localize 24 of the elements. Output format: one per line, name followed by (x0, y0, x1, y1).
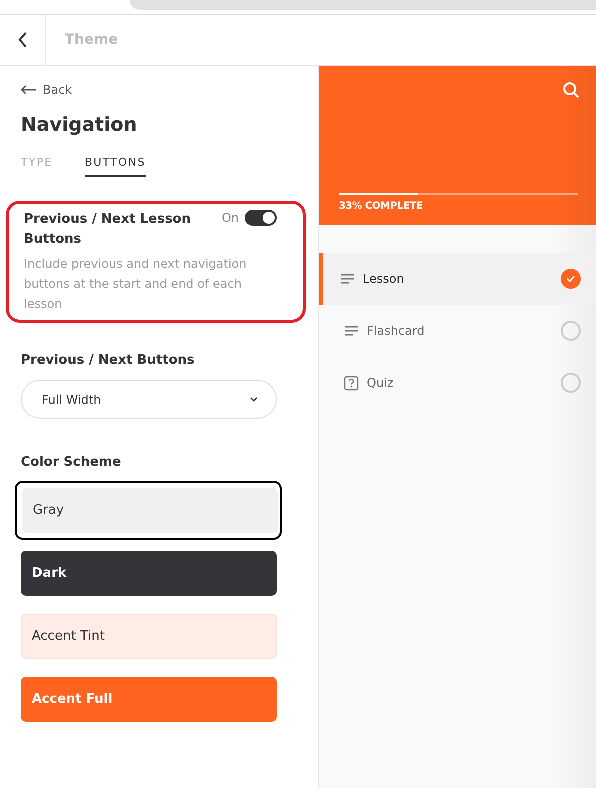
lesson-item[interactable]: Quiz (323, 357, 596, 409)
page-title: Theme (65, 32, 118, 48)
arrow-left-icon (21, 85, 37, 95)
back-link[interactable]: Back (21, 82, 318, 98)
field-label: Color Scheme (21, 455, 122, 470)
toggle-switch[interactable] (245, 210, 277, 226)
field-label: Previous / Next Buttons (21, 353, 196, 368)
chevron-down-icon (250, 397, 258, 402)
color-scheme-option[interactable]: Gray (22, 488, 278, 533)
question-icon (344, 376, 359, 390)
progress-label: 33% COMPLETE (339, 201, 424, 212)
dropdown[interactable]: Full Width (21, 380, 277, 419)
lesson-item[interactable]: Flashcard (323, 305, 596, 357)
section-heading: Navigation (21, 114, 138, 136)
setting-label: Previous / Next Lesson Buttons (24, 211, 192, 249)
lines-icon (340, 273, 355, 285)
lines-icon (344, 325, 359, 337)
color-scheme-option[interactable]: Accent Tint (21, 614, 277, 659)
chevron-left-icon (18, 32, 28, 48)
search-icon[interactable] (563, 82, 580, 99)
switch-state-label: On (222, 211, 239, 225)
setting-description: Include previous and next navigation buttons at the start and end of each lesson (24, 256, 248, 313)
tab[interactable]: BUTTONS (84, 156, 146, 177)
color-scheme-option[interactable]: Dark (21, 551, 277, 596)
